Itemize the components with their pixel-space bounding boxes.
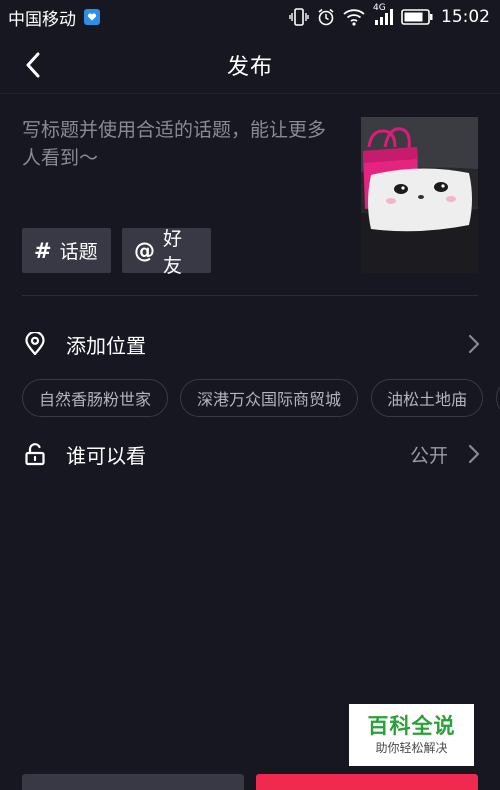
chevron-right-icon xyxy=(468,444,480,464)
page-title: 发布 xyxy=(226,55,273,80)
location-chip[interactable]: 自然香肠粉世家 xyxy=(22,379,168,417)
video-cover-thumbnail[interactable] xyxy=(361,117,478,273)
chevron-right-icon xyxy=(468,334,480,354)
alarm-icon xyxy=(317,8,335,26)
watermark-subtitle: 助你轻松解决 xyxy=(375,741,448,755)
status-bar-right: 4G 15:02 xyxy=(289,3,490,27)
divider xyxy=(22,295,478,296)
location-chip-more[interactable] xyxy=(496,379,500,417)
at-icon: @ xyxy=(134,238,155,263)
draft-button[interactable] xyxy=(22,774,244,790)
publish-button[interactable] xyxy=(256,774,478,790)
watermark-title: 百科全说 xyxy=(367,714,456,738)
location-suggestions: 自然香肠粉世家 深港万众国际商贸城 油松土地庙 xyxy=(22,379,500,417)
location-chip[interactable]: 油松土地庙 xyxy=(371,379,483,417)
friend-label: 好友 xyxy=(163,227,183,277)
hashtag-icon: # xyxy=(34,238,52,263)
vibrate-icon xyxy=(289,8,309,26)
watermark-logo: 百科全说 助你轻松解决 xyxy=(349,704,474,766)
battery-icon xyxy=(401,9,433,25)
caption-input[interactable]: 写标题并使用合适的话题，能让更多人看到～ xyxy=(22,116,342,172)
network-type: 4G xyxy=(373,3,386,13)
add-location-label: 添加位置 xyxy=(66,333,146,358)
status-bar-left: 中国移动 xyxy=(8,5,100,30)
mention-friend-button[interactable]: @ 好友 xyxy=(122,228,211,277)
topic-label: 话题 xyxy=(59,241,98,263)
back-chevron-icon xyxy=(26,52,40,78)
header: 发布 xyxy=(0,36,500,94)
add-location-row[interactable]: 添加位置 xyxy=(0,319,500,369)
wifi-icon xyxy=(343,8,365,26)
clock: 15:02 xyxy=(441,7,490,27)
back-button[interactable] xyxy=(20,50,46,80)
carrier-badge-icon xyxy=(84,9,100,25)
carrier-name: 中国移动 xyxy=(8,9,76,30)
visibility-value: 公开 xyxy=(409,444,448,467)
location-chip[interactable]: 深港万众国际商贸城 xyxy=(180,379,358,417)
topic-button[interactable]: # 话题 xyxy=(22,228,111,273)
divider xyxy=(0,93,500,94)
visibility-label: 谁可以看 xyxy=(66,443,146,468)
signal-icon: 4G xyxy=(373,3,393,26)
status-bar: 中国移动 4G 15:02 xyxy=(0,0,500,34)
location-pin-icon xyxy=(24,332,46,356)
unlock-icon xyxy=(24,442,46,466)
visibility-row[interactable]: 谁可以看 公开 xyxy=(0,429,500,479)
